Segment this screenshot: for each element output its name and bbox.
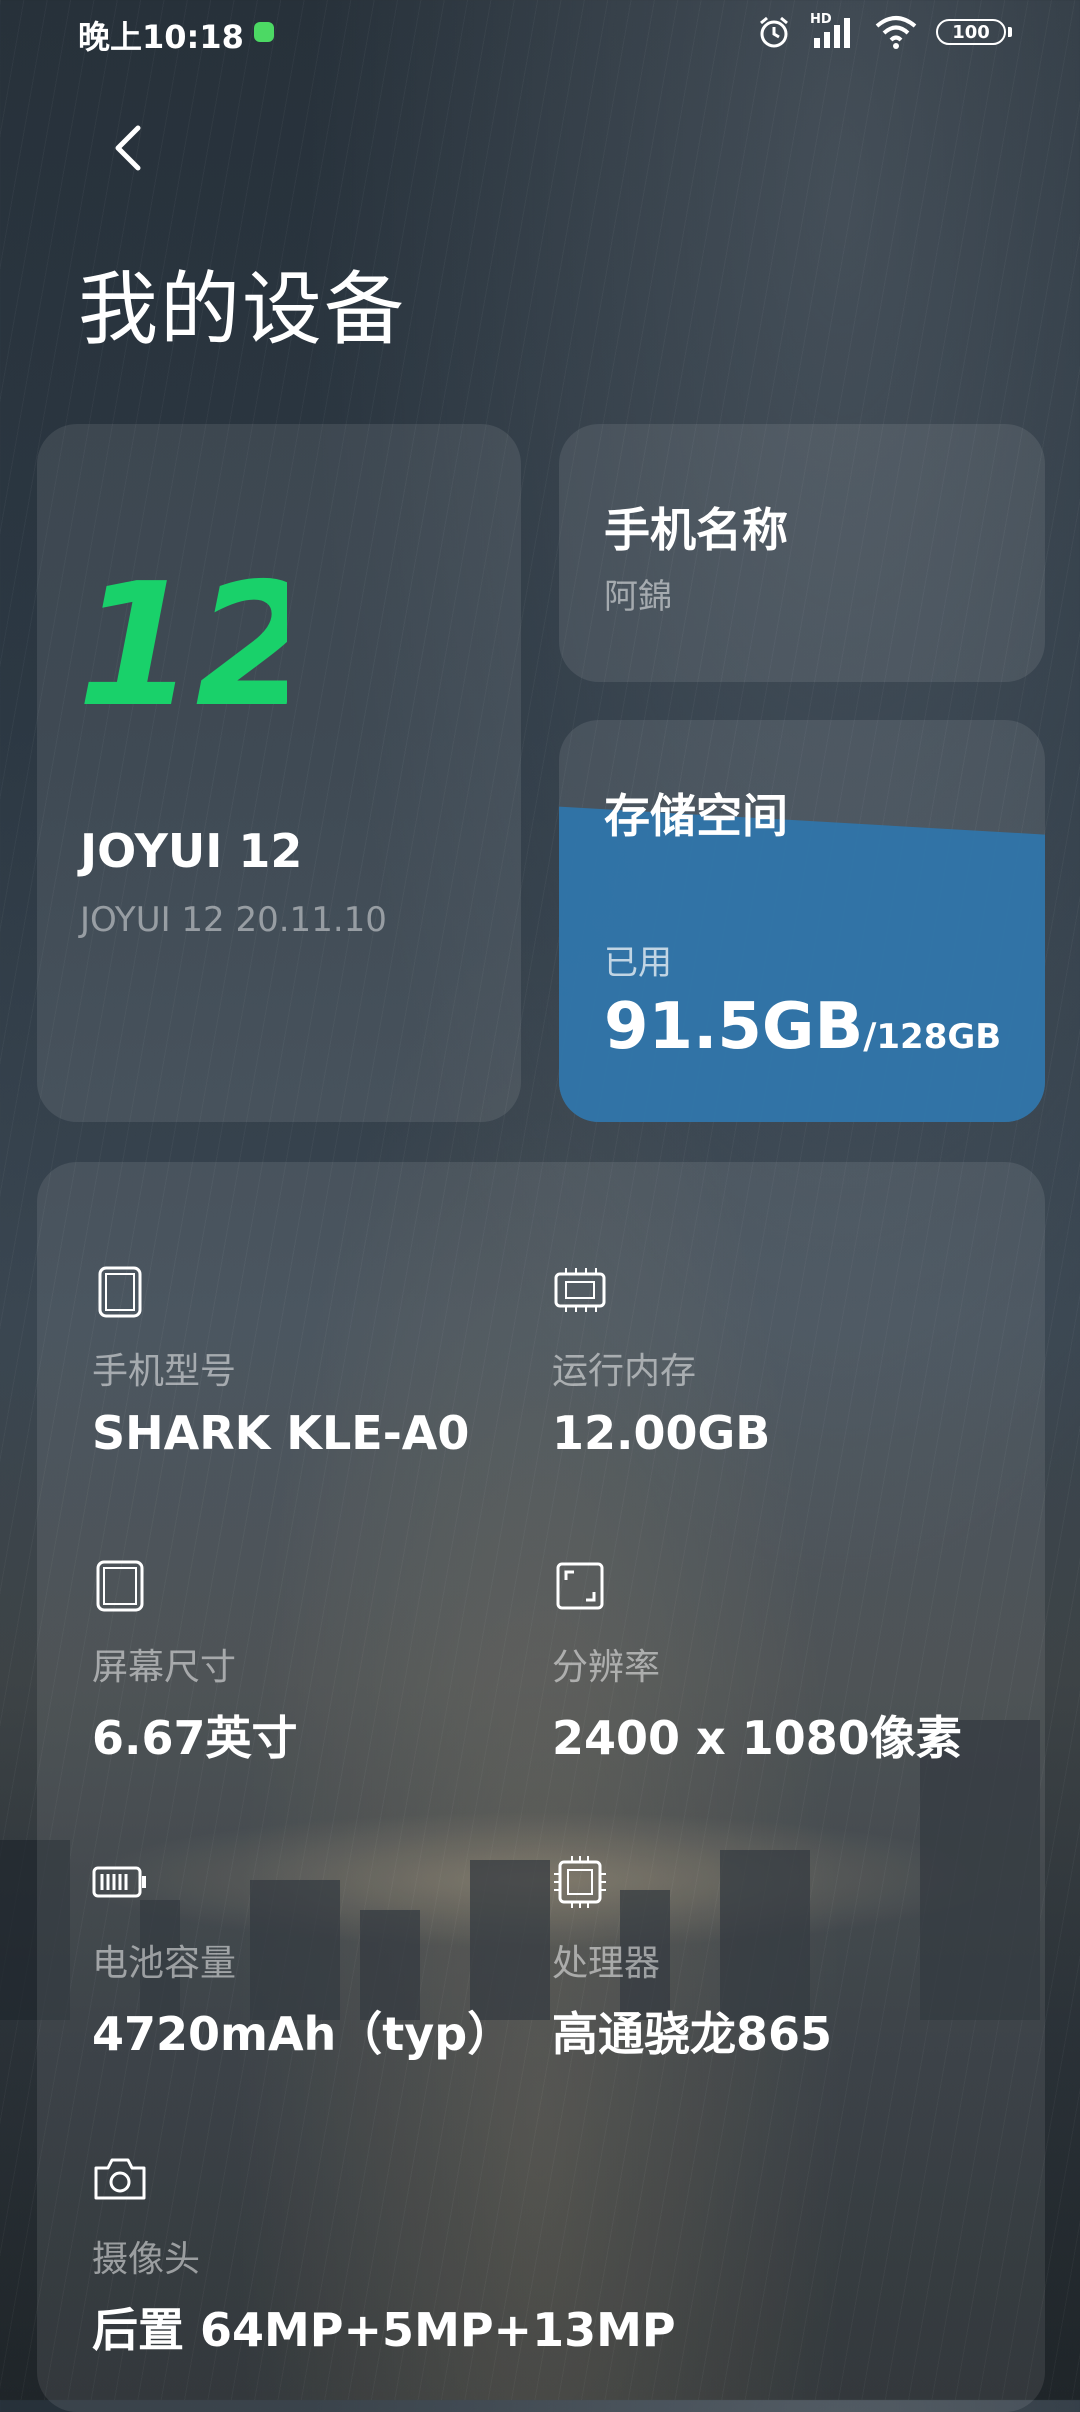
os-version: JOYUI 12 20.11.10 (80, 900, 387, 940)
spec-label: 分辨率 (552, 1647, 661, 1688)
spec-value: 后置 64MP+5MP+13MP (92, 2303, 676, 2357)
spec-value: 12.00GB (552, 1406, 771, 1460)
storage-used-label: 已用 (604, 943, 672, 983)
storage-usage: 91.5GB/128GB (604, 990, 1002, 1064)
status-icons: HD 100 (756, 12, 1012, 50)
spec-model: 手机型号 SHARK KLE-A0 (92, 1262, 532, 1460)
screen-icon (96, 1560, 144, 1612)
spec-value: 6.67英寸 (92, 1711, 298, 1765)
device-name-title: 手机名称 (604, 503, 788, 557)
spec-label: 处理器 (552, 1943, 661, 1984)
os-name: JOYUI 12 (80, 824, 303, 878)
spec-label: 运行内存 (552, 1351, 697, 1392)
spec-value: 4720mAh（typ） (92, 2007, 514, 2061)
signal-icon: HD (810, 12, 856, 50)
spec-screen-size: 屏幕尺寸 6.67英寸 (92, 1558, 532, 1768)
back-button[interactable] (100, 118, 160, 178)
processor-icon (554, 1856, 606, 1908)
wifi-icon (875, 16, 917, 49)
spec-resolution: 分辨率 2400 x 1080像素 (552, 1558, 992, 1768)
device-specs-card: 手机型号 SHARK KLE-A0 运行内存 12.00GB 屏幕尺寸 6.67… (37, 1162, 1045, 2412)
spec-value: 2400 x 1080像素 (552, 1711, 962, 1765)
spec-battery: 电池容量 4720mAh（typ） (92, 1854, 532, 2064)
storage-title: 存储空间 (604, 789, 788, 843)
storage-total-value: 128GB (876, 1017, 1002, 1057)
spec-label: 屏幕尺寸 (92, 1647, 237, 1688)
network-type-label: HD (810, 12, 832, 27)
os-logo-text: 12 (77, 564, 287, 714)
spec-memory: 运行内存 12.00GB (552, 1262, 992, 1460)
memory-chip-icon (554, 1268, 606, 1312)
resolution-icon (556, 1562, 604, 1610)
storage-card[interactable]: 存储空间 已用 91.5GB/128GB (559, 720, 1045, 1122)
spec-processor: 处理器 高通骁龙865 (552, 1854, 992, 2064)
spec-value: SHARK KLE-A0 (92, 1406, 470, 1460)
alarm-icon (760, 16, 788, 48)
phone-icon (98, 1266, 142, 1318)
battery-icon (92, 1866, 146, 1898)
spec-label: 电池容量 (92, 1943, 237, 1984)
storage-used-value: 91.5GB (604, 990, 864, 1064)
spec-camera: 摄像头 后置 64MP+5MP+13MP (92, 2150, 992, 2360)
device-name-value: 阿錦 (604, 577, 672, 617)
status-time: 晚上10:18 (78, 18, 244, 56)
battery-level: 100 (936, 19, 1006, 45)
joyui-logo-icon: 12 (77, 564, 287, 714)
chevron-left-icon (115, 125, 141, 171)
spec-label: 手机型号 (92, 1351, 237, 1392)
battery-indicator: 100 (936, 19, 1012, 45)
spec-value: 高通骁龙865 (552, 2007, 833, 2061)
status-bar: 晚上10:18 HD 100 (0, 0, 1080, 64)
spec-label: 摄像头 (92, 2239, 201, 2280)
notification-app-icon (254, 22, 274, 42)
camera-icon (94, 2158, 146, 2200)
page-title: 我的设备 (78, 263, 406, 356)
os-version-card[interactable]: 12 JOYUI 12 JOYUI 12 20.11.10 (37, 424, 521, 1122)
device-name-card[interactable]: 手机名称 阿錦 (559, 424, 1045, 682)
